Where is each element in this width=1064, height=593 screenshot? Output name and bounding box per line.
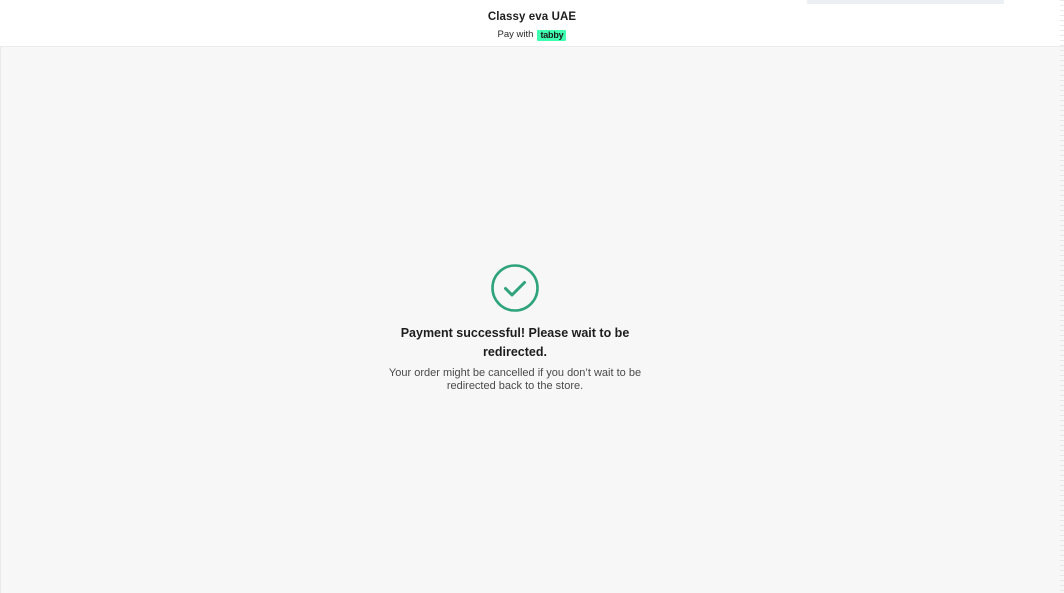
merchant-info: Classy eva UAE Pay with tabby — [0, 10, 1064, 42]
top-right-bar — [807, 0, 1004, 4]
checkout-header: Classy eva UAE Pay with tabby — [0, 0, 1064, 47]
pay-with-row: Pay with tabby — [498, 28, 567, 42]
status-subtitle: Your order might be cancelled if you don… — [388, 367, 642, 392]
right-edge-scroll-track — [1060, 0, 1064, 593]
merchant-name: Classy eva UAE — [487, 11, 577, 23]
payment-status-page: Classy eva UAE Pay with tabby Payment su… — [0, 0, 1064, 593]
status-title: Payment successful! Please wait to be re… — [400, 326, 630, 359]
payment-status: Payment successful! Please wait to be re… — [0, 264, 1030, 393]
pay-with-label: Pay with — [497, 29, 534, 40]
tabby-logo: tabby — [537, 29, 567, 41]
check-circle-icon — [491, 264, 539, 312]
